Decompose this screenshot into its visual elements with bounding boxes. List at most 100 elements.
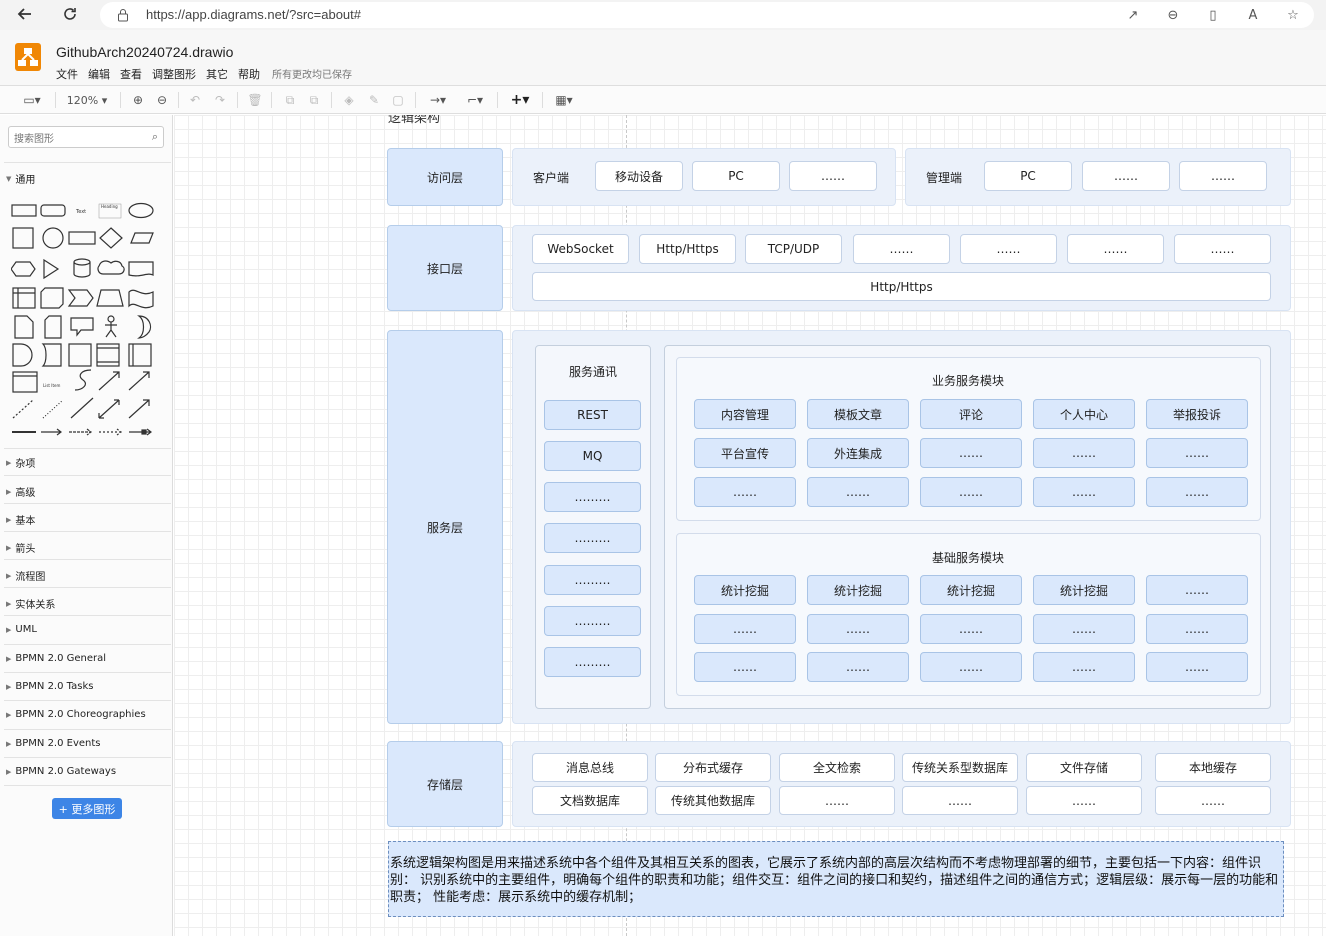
interface-layer-label[interactable]: 接口层 bbox=[387, 225, 503, 311]
format-panel-toggle-icon[interactable]: ▭▾ bbox=[18, 92, 46, 108]
reader-icon[interactable]: ▯ bbox=[1204, 6, 1222, 24]
section-bpmn-events[interactable]: ▶ BPMN 2.0 Events bbox=[6, 738, 101, 749]
storage-item[interactable]: 分布式缓存 bbox=[655, 753, 771, 782]
biz-module-item[interactable]: …… bbox=[1033, 477, 1135, 507]
storage-layer-label[interactable]: 存储层 bbox=[387, 741, 503, 827]
diagram-canvas[interactable]: 逻辑架构 访问层 客户端 移动设备 PC …… 管理端 PC …… …… 接口层… bbox=[174, 115, 1326, 936]
more-shapes-button[interactable]: + 更多图形 bbox=[52, 798, 122, 819]
base-module-item[interactable]: …… bbox=[694, 652, 796, 682]
comm-item[interactable]: ……… bbox=[544, 482, 641, 512]
access-layer-label[interactable]: 访问层 bbox=[387, 148, 503, 206]
storage-item[interactable]: 消息总线 bbox=[532, 753, 648, 782]
back-button[interactable] bbox=[14, 3, 36, 25]
insert-icon[interactable]: +▾ bbox=[506, 92, 534, 108]
section-bpmn-general[interactable]: ▶ BPMN 2.0 General bbox=[6, 653, 106, 664]
biz-module-item[interactable]: 个人中心 bbox=[1033, 399, 1135, 429]
storage-item[interactable]: 文档数据库 bbox=[532, 786, 648, 815]
zoom-out-icon[interactable]: ⊖ bbox=[154, 92, 170, 108]
storage-item[interactable]: …… bbox=[902, 786, 1018, 815]
admin-item[interactable]: …… bbox=[1082, 161, 1170, 191]
interface-item[interactable]: …… bbox=[960, 234, 1057, 264]
base-module-item[interactable]: …… bbox=[807, 652, 909, 682]
interface-item[interactable]: WebSocket bbox=[532, 234, 629, 264]
zoom-out-icon[interactable]: ⊖ bbox=[1164, 6, 1182, 24]
shape-search-input[interactable] bbox=[9, 129, 139, 150]
section-bpmn-gateways[interactable]: ▶ BPMN 2.0 Gateways bbox=[6, 766, 116, 777]
shadow-icon[interactable]: ▢ bbox=[390, 92, 406, 108]
interface-item[interactable]: …… bbox=[853, 234, 950, 264]
biz-module-item[interactable]: …… bbox=[920, 438, 1022, 468]
biz-module-item[interactable]: …… bbox=[1146, 438, 1248, 468]
client-label[interactable]: 客户端 bbox=[533, 169, 569, 186]
base-module-item[interactable]: …… bbox=[1033, 614, 1135, 644]
storage-item[interactable]: 传统关系型数据库 bbox=[902, 753, 1018, 782]
comm-item[interactable]: ……… bbox=[544, 606, 641, 636]
storage-item[interactable]: …… bbox=[779, 786, 895, 815]
menu-view[interactable]: 查看 bbox=[120, 66, 142, 82]
biz-module-item[interactable]: …… bbox=[920, 477, 1022, 507]
admin-label[interactable]: 管理端 bbox=[926, 169, 962, 186]
section-bpmn-tasks[interactable]: ▶ BPMN 2.0 Tasks bbox=[6, 681, 93, 692]
base-module-item[interactable]: 统计挖掘 bbox=[1033, 575, 1135, 605]
storage-item[interactable]: …… bbox=[1026, 786, 1142, 815]
section-entity-relation[interactable]: ▶ 实体关系 bbox=[6, 596, 55, 612]
comm-item[interactable]: ……… bbox=[544, 647, 641, 677]
section-arrows[interactable]: ▶ 箭头 bbox=[6, 540, 35, 556]
interface-protocol-bar[interactable]: Http/Https bbox=[532, 272, 1271, 301]
base-module-item[interactable]: …… bbox=[920, 614, 1022, 644]
biz-module-item[interactable]: 模板文章 bbox=[807, 399, 909, 429]
section-general[interactable]: ▼ 通用 bbox=[6, 171, 35, 187]
storage-item[interactable]: 传统其他数据库 bbox=[655, 786, 771, 815]
client-item[interactable]: …… bbox=[789, 161, 877, 191]
table-icon[interactable]: ▦▾ bbox=[550, 92, 578, 108]
base-module-item[interactable]: 统计挖掘 bbox=[694, 575, 796, 605]
interface-item[interactable]: …… bbox=[1067, 234, 1164, 264]
biz-module-item[interactable]: …… bbox=[1033, 438, 1135, 468]
comm-item[interactable]: REST bbox=[544, 400, 641, 430]
redo-icon[interactable]: ↷ bbox=[212, 92, 228, 108]
menu-arrange[interactable]: 调整图形 bbox=[152, 66, 196, 82]
biz-module-item[interactable]: 举报投诉 bbox=[1146, 399, 1248, 429]
base-module-item[interactable]: …… bbox=[694, 614, 796, 644]
diagram-title-fragment[interactable]: 逻辑架构 bbox=[388, 115, 440, 126]
admin-item[interactable]: …… bbox=[1179, 161, 1267, 191]
section-flowchart[interactable]: ▶ 流程图 bbox=[6, 568, 45, 584]
section-bpmn-choreographies[interactable]: ▶ BPMN 2.0 Choreographies bbox=[6, 709, 146, 720]
base-module-item[interactable]: 统计挖掘 bbox=[920, 575, 1022, 605]
comm-item[interactable]: ……… bbox=[544, 523, 641, 553]
zoom-in-icon[interactable]: ⊕ bbox=[130, 92, 146, 108]
menu-file[interactable]: 文件 bbox=[56, 66, 78, 82]
base-module-item[interactable]: …… bbox=[1033, 652, 1135, 682]
search-icon[interactable]: ⌕ bbox=[152, 130, 158, 144]
biz-module-item[interactable]: 平台宣传 bbox=[694, 438, 796, 468]
biz-module-item[interactable]: …… bbox=[1146, 477, 1248, 507]
section-uml[interactable]: ▶ UML bbox=[6, 624, 37, 635]
document-title[interactable]: GithubArch20240724.drawio bbox=[56, 44, 233, 60]
interface-item[interactable]: …… bbox=[1174, 234, 1271, 264]
client-item[interactable]: 移动设备 bbox=[595, 161, 683, 191]
biz-module-item[interactable]: 评论 bbox=[920, 399, 1022, 429]
connection-icon[interactable]: →▾ bbox=[424, 92, 452, 108]
drawio-logo[interactable] bbox=[15, 43, 41, 71]
to-back-icon[interactable]: ⧉ bbox=[306, 92, 322, 108]
interface-item[interactable]: TCP/UDP bbox=[745, 234, 842, 264]
storage-item[interactable]: …… bbox=[1155, 786, 1271, 815]
storage-item[interactable]: 全文检索 bbox=[779, 753, 895, 782]
biz-module-item[interactable]: …… bbox=[694, 477, 796, 507]
menu-help[interactable]: 帮助 bbox=[238, 66, 260, 82]
description-note[interactable]: 系统逻辑架构图是用来描述系统中各个组件及其相互关系的图表，它展示了系统内部的高层… bbox=[388, 841, 1284, 917]
shape-search[interactable]: ⌕ bbox=[8, 126, 164, 150]
delete-icon[interactable]: 🗑︎ bbox=[247, 92, 263, 108]
base-module-item[interactable]: …… bbox=[807, 614, 909, 644]
base-module-item[interactable]: …… bbox=[1146, 575, 1248, 605]
section-advanced[interactable]: ▶ 高级 bbox=[6, 484, 35, 500]
waypoints-icon[interactable]: ⌐▾ bbox=[461, 92, 489, 108]
storage-item[interactable]: 文件存储 bbox=[1026, 753, 1142, 782]
admin-item[interactable]: PC bbox=[984, 161, 1072, 191]
line-color-icon[interactable]: ✎ bbox=[366, 92, 382, 108]
service-layer-label[interactable]: 服务层 bbox=[387, 330, 503, 724]
base-module-item[interactable]: …… bbox=[1146, 652, 1248, 682]
comm-item[interactable]: ……… bbox=[544, 565, 641, 595]
reload-button[interactable] bbox=[59, 3, 81, 25]
section-basic[interactable]: ▶ 基本 bbox=[6, 512, 35, 528]
